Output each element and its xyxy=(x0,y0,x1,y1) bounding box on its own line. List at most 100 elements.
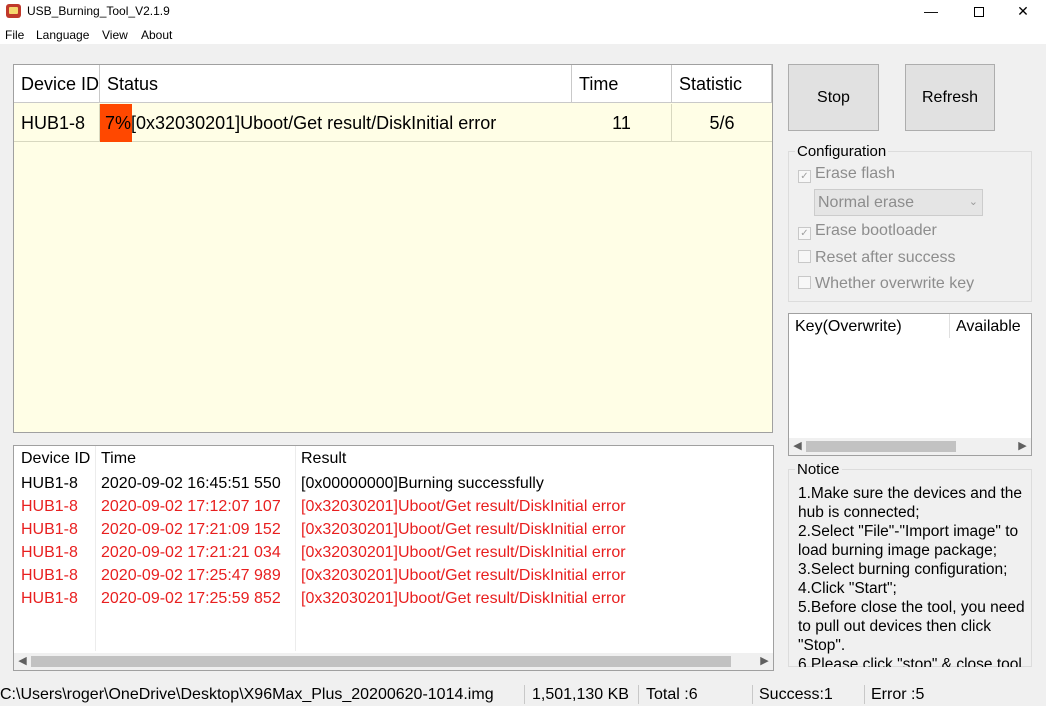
chevron-down-icon: ⌄ xyxy=(968,196,978,208)
device-table[interactable]: Device ID Status Time Statistic HUB1-8 7… xyxy=(13,64,773,433)
log-result: [0x32030201]Uboot/Get result/DiskInitial… xyxy=(301,544,626,561)
log-result: [0x32030201]Uboot/Get result/DiskInitial… xyxy=(301,521,626,538)
menu-file[interactable]: File xyxy=(5,28,24,42)
window-title: USB_Burning_Tool_V2.1.9 xyxy=(27,4,170,18)
erase-mode-select[interactable]: Normal erase ⌄ xyxy=(814,189,983,216)
log-device-id: HUB1-8 xyxy=(21,498,78,515)
erase-flash-checkbox[interactable]: ✓ Erase flash xyxy=(798,165,895,183)
overwrite-key-checkbox[interactable]: Whether overwrite key xyxy=(798,275,974,293)
maximize-button[interactable] xyxy=(956,0,1002,24)
header-status[interactable]: Status xyxy=(100,65,572,103)
scroll-left-icon[interactable]: ◀ xyxy=(14,653,31,670)
device-table-header: Device ID Status Time Statistic xyxy=(14,65,772,103)
log-time: 2020-09-02 16:45:51 550 xyxy=(101,475,281,492)
log-result: [0x32030201]Uboot/Get result/DiskInitial… xyxy=(301,498,626,515)
log-device-id: HUB1-8 xyxy=(21,475,78,492)
log-row[interactable]: HUB1-8 2020-09-02 17:21:21 034 [0x32030201… xyxy=(14,541,773,564)
stop-button[interactable]: Stop xyxy=(788,64,879,131)
time-cell: 11 xyxy=(572,104,672,142)
log-time: 2020-09-02 17:12:07 107 xyxy=(101,498,281,515)
configuration-title: Configuration xyxy=(795,143,889,160)
erase-flash-label: Erase flash xyxy=(815,165,896,182)
overwrite-key-label: Whether overwrite key xyxy=(815,275,975,292)
notice-line: 4.Click "Start"; xyxy=(798,580,897,597)
log-device-id: HUB1-8 xyxy=(21,567,78,584)
log-result: [0x00000000]Burning successfully xyxy=(301,475,544,492)
notice-text: 1.Make sure the devices and the hub is c… xyxy=(798,484,1034,667)
scroll-right-icon[interactable]: ▶ xyxy=(756,653,773,670)
log-row[interactable]: HUB1-8 2020-09-02 17:25:47 989 [0x32030201… xyxy=(14,564,773,587)
notice-line: 5.Before close the tool, you need to pul… xyxy=(798,599,1025,654)
erase-mode-value: Normal erase xyxy=(818,194,915,211)
notice-line: 6.Please click "stop" & close tool xyxy=(798,656,1022,667)
statistic-cell: 5/6 xyxy=(709,113,735,133)
status-message: [0x32030201]Uboot/Get result/DiskInitial… xyxy=(131,113,497,133)
status-separator xyxy=(864,685,865,704)
refresh-button[interactable]: Refresh xyxy=(905,64,995,131)
log-header-time[interactable]: Time xyxy=(101,450,136,468)
maximize-icon xyxy=(974,7,984,18)
menu-about[interactable]: About xyxy=(141,28,172,42)
log-device-id: HUB1-8 xyxy=(21,521,78,538)
header-statistic[interactable]: Statistic xyxy=(672,65,772,103)
menu-bar: File Language View About xyxy=(0,24,1046,44)
log-device-id: HUB1-8 xyxy=(21,544,78,561)
status-separator xyxy=(752,685,753,704)
status-separator xyxy=(638,685,639,704)
log-device-id: HUB1-8 xyxy=(21,590,78,607)
error-count: Error :5 xyxy=(871,686,925,703)
notice-line: 3.Select burning configuration; xyxy=(798,561,1008,578)
menu-language[interactable]: Language xyxy=(36,28,89,42)
log-row[interactable]: HUB1-8 2020-09-02 17:21:09 152 [0x32030201… xyxy=(14,518,773,541)
erase-bootloader-label: Erase bootloader xyxy=(815,222,937,239)
menu-view[interactable]: View xyxy=(102,28,128,42)
close-button[interactable]: ✕ xyxy=(1000,0,1046,24)
notice-line: 2.Select "File"-"Import image" to load b… xyxy=(798,523,1019,559)
log-row[interactable]: HUB1-8 2020-09-02 17:12:07 107 [0x32030201… xyxy=(14,495,773,518)
log-time: 2020-09-02 17:21:21 034 xyxy=(101,544,281,561)
log-time: 2020-09-02 17:21:09 152 xyxy=(101,521,281,538)
header-device-id[interactable]: Device ID xyxy=(14,65,100,103)
image-size: 1,501,130 KB xyxy=(532,686,629,703)
key-horizontal-scrollbar[interactable]: ◀ ▶ xyxy=(789,438,1031,455)
log-list[interactable]: Device ID Time Result HUB1-8 2020-09-02 1… xyxy=(13,445,774,671)
scroll-left-icon[interactable]: ◀ xyxy=(789,438,806,455)
status-separator xyxy=(524,685,525,704)
log-time: 2020-09-02 17:25:59 852 xyxy=(101,590,281,607)
log-time: 2020-09-02 17:25:47 989 xyxy=(101,567,281,584)
status-bar: C:\Users\roger\OneDrive\Desktop\X96Max_P… xyxy=(0,683,1046,706)
image-path: C:\Users\roger\OneDrive\Desktop\X96Max_P… xyxy=(0,686,494,703)
device-row[interactable]: HUB1-8 7%[0x32030201]Uboot/Get result/Di… xyxy=(14,104,772,142)
log-result: [0x32030201]Uboot/Get result/DiskInitial… xyxy=(301,590,626,607)
erase-bootloader-checkbox[interactable]: ✓ Erase bootloader xyxy=(798,222,937,240)
checkbox-checked-icon: ✓ xyxy=(798,227,811,240)
log-header-result[interactable]: Result xyxy=(301,450,346,468)
header-time[interactable]: Time xyxy=(572,65,672,103)
key-list[interactable]: Key(Overwrite) Available ◀ ▶ xyxy=(788,313,1032,456)
notice-title: Notice xyxy=(795,461,842,478)
notice-line: 1.Make sure the devices and the hub is c… xyxy=(798,485,1023,521)
key-header-overwrite[interactable]: Key(Overwrite) xyxy=(795,318,902,336)
status-cell: 7%[0x32030201]Uboot/Get result/DiskIniti… xyxy=(105,104,496,142)
checkbox-unchecked-icon xyxy=(798,250,811,263)
log-horizontal-scrollbar[interactable]: ◀ ▶ xyxy=(14,653,773,670)
reset-after-success-label: Reset after success xyxy=(815,249,956,266)
log-row[interactable]: HUB1-8 2020-09-02 17:25:59 852 [0x32030201… xyxy=(14,587,773,610)
minimize-button[interactable]: — xyxy=(908,0,954,24)
reset-after-success-checkbox[interactable]: Reset after success xyxy=(798,249,956,267)
log-result: [0x32030201]Uboot/Get result/DiskInitial… xyxy=(301,567,626,584)
log-row[interactable]: HUB1-8 2020-09-02 16:45:51 550 [0x00000000… xyxy=(14,472,773,495)
progress-percent: 7% xyxy=(105,113,132,133)
scroll-right-icon[interactable]: ▶ xyxy=(1014,438,1031,455)
checkbox-unchecked-icon xyxy=(798,276,811,289)
scrollbar-thumb[interactable] xyxy=(31,656,731,667)
title-bar: USB_Burning_Tool_V2.1.9 — ✕ xyxy=(0,0,1046,24)
checkbox-checked-icon: ✓ xyxy=(798,170,811,183)
app-icon xyxy=(6,4,21,18)
log-header-device-id[interactable]: Device ID xyxy=(21,450,90,468)
device-id-cell: HUB1-8 xyxy=(14,104,100,142)
success-count: Success:1 xyxy=(759,686,833,703)
key-header-available[interactable]: Available xyxy=(956,318,1021,336)
column-divider xyxy=(949,314,950,338)
scrollbar-thumb[interactable] xyxy=(806,441,956,452)
